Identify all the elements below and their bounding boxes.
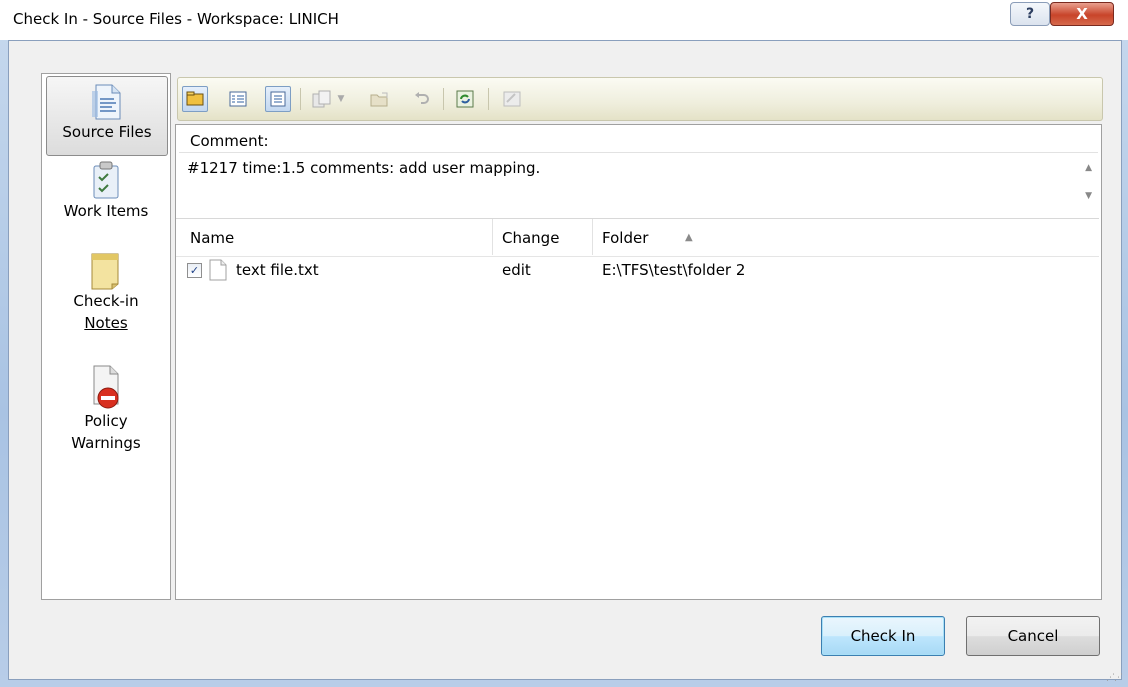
list-view-icon bbox=[270, 91, 286, 107]
sidebar-item-label: Warnings bbox=[71, 434, 141, 452]
column-divider[interactable] bbox=[592, 219, 593, 255]
toolbar-separator bbox=[300, 88, 301, 110]
text-file-icon bbox=[209, 259, 227, 281]
scroll-up-icon[interactable]: ▲ bbox=[1085, 163, 1092, 173]
file-change: edit bbox=[502, 261, 531, 279]
sidebar-item-work-items[interactable]: Work Items bbox=[46, 160, 166, 236]
column-header-change[interactable]: Change bbox=[502, 229, 559, 247]
include-checkbox[interactable]: ✓ bbox=[187, 263, 202, 278]
toolbar-separator bbox=[488, 88, 489, 110]
compare-dropdown-button[interactable]: ▼ bbox=[334, 87, 348, 111]
sidebar-item-label: Policy bbox=[84, 412, 128, 430]
sidebar-item-label: Source Files bbox=[62, 123, 152, 141]
cancel-button-label: Cancel bbox=[1007, 627, 1059, 645]
open-button[interactable] bbox=[368, 87, 392, 111]
comment-field[interactable]: #1217 time:1.5 comments: add user mappin… bbox=[179, 152, 1098, 213]
source-files-icon bbox=[92, 84, 121, 120]
column-header-folder[interactable]: Folder bbox=[602, 229, 648, 247]
folder-view-icon bbox=[186, 91, 204, 106]
sidebar-item-label: Check-in bbox=[73, 292, 139, 310]
open-icon bbox=[370, 92, 388, 107]
undo-button[interactable] bbox=[410, 87, 434, 111]
column-header-name[interactable]: Name bbox=[190, 229, 234, 247]
refresh-button[interactable] bbox=[453, 87, 477, 111]
check-in-notes-icon bbox=[91, 253, 119, 290]
sidebar-item-check-in-notes[interactable]: Check-in Notes bbox=[46, 250, 166, 356]
table-row[interactable]: ✓ text file.txt edit E:\TFS\test\folder … bbox=[176, 256, 1099, 284]
comment-label: Comment: bbox=[190, 132, 269, 150]
toolbar: ▼ bbox=[177, 77, 1103, 121]
policy-warnings-icon bbox=[93, 365, 119, 409]
toolbar-separator bbox=[443, 88, 444, 110]
undo-icon bbox=[415, 92, 429, 104]
comment-text[interactable]: #1217 time:1.5 comments: add user mappin… bbox=[187, 159, 540, 177]
file-list-header: Name Change Folder ▲ bbox=[176, 218, 1099, 257]
sidebar-item-policy-warnings[interactable]: Policy Warnings bbox=[46, 364, 166, 464]
details-view-button[interactable] bbox=[226, 87, 250, 111]
window-title: Check In - Source Files - Workspace: LIN… bbox=[13, 10, 339, 28]
compare-button[interactable] bbox=[310, 87, 334, 111]
folder-view-button[interactable] bbox=[182, 86, 208, 112]
sidebar-item-label: Work Items bbox=[63, 202, 149, 220]
title-bar[interactable]: Check In - Source Files - Workspace: LIN… bbox=[0, 0, 1128, 40]
sidebar-item-label: Notes bbox=[84, 314, 128, 332]
file-name: text file.txt bbox=[236, 261, 319, 279]
close-button[interactable]: X bbox=[1050, 2, 1114, 26]
dropdown-arrow-icon: ▼ bbox=[337, 94, 345, 104]
check-in-button-label: Check In bbox=[850, 627, 916, 645]
sort-ascending-icon: ▲ bbox=[685, 232, 693, 243]
cancel-button[interactable]: Cancel bbox=[966, 616, 1100, 656]
refresh-icon bbox=[456, 90, 474, 108]
column-divider[interactable] bbox=[492, 219, 493, 255]
list-view-button[interactable] bbox=[265, 86, 291, 112]
sidebar-item-source-files[interactable]: Source Files bbox=[46, 76, 168, 156]
work-items-icon bbox=[93, 161, 119, 199]
channel-sidebar: Source Files Work Items Check-in Notes P… bbox=[41, 73, 171, 600]
file-folder: E:\TFS\test\folder 2 bbox=[602, 261, 746, 279]
check-in-button[interactable]: Check In bbox=[821, 616, 945, 656]
shelve-icon bbox=[503, 91, 521, 107]
help-button[interactable]: ? bbox=[1010, 2, 1050, 26]
check-in-dialog: Check In - Source Files - Workspace: LIN… bbox=[0, 0, 1128, 687]
source-files-panel: Comment: #1217 time:1.5 comments: add us… bbox=[175, 124, 1102, 600]
shelve-button[interactable] bbox=[500, 87, 524, 111]
scroll-down-icon[interactable]: ▼ bbox=[1085, 191, 1092, 201]
compare-icon bbox=[312, 90, 331, 108]
details-view-icon bbox=[229, 91, 247, 107]
resize-grip-icon[interactable]: ⋰⋰ bbox=[1106, 673, 1123, 683]
